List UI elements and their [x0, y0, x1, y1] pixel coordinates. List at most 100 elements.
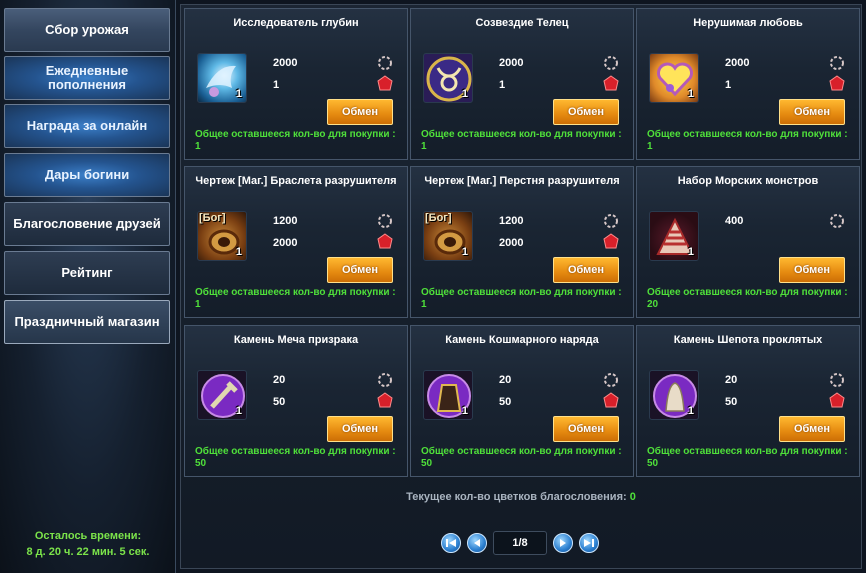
- remaining-quantity: Общее оставшееся кол-во для покупки : 50: [195, 446, 396, 469]
- card-title: Исследователь глубин: [233, 17, 359, 29]
- price-secondary: 2000: [273, 237, 298, 249]
- sidebar-item-goddess-gifts[interactable]: Дары богини: [4, 153, 170, 197]
- page-indicator: 1/8: [493, 531, 547, 555]
- flower-currency-icon: [378, 56, 392, 70]
- price-primary: 2000: [273, 57, 298, 69]
- price-primary: 20: [273, 374, 286, 386]
- exchange-button[interactable]: Обмен: [553, 257, 619, 283]
- nightmare-outfit-stone-icon[interactable]: 1: [423, 370, 473, 420]
- shop-card: Камень Кошмарного наряда 1 20 50 Обмен О…: [410, 325, 634, 477]
- shop-card: Чертеж [Маг.] Браслета разрушителя [Бог]…: [184, 166, 408, 318]
- price-primary: 20: [725, 374, 738, 386]
- sidebar-item-harvest[interactable]: Сбор урожая: [4, 8, 170, 52]
- item-count: 1: [687, 405, 694, 417]
- sidebar-item-label: Благословение друзей: [13, 216, 161, 231]
- flower-currency-icon: [830, 373, 844, 387]
- ring-blueprint-icon[interactable]: [Бог] 1: [423, 211, 473, 261]
- card-title: Набор Морских монстров: [677, 175, 819, 187]
- ruby-icon: [603, 75, 619, 91]
- remaining-quantity: Общее оставшееся кол-во для покупки : 1: [195, 287, 396, 310]
- sidebar-item-friends-blessing[interactable]: Благословение друзей: [4, 202, 170, 246]
- sidebar-item-holiday-shop[interactable]: Праздничный магазин: [4, 300, 170, 344]
- price-secondary: 1: [725, 79, 732, 91]
- blessing-value: 0: [629, 491, 636, 503]
- taurus-icon[interactable]: 1: [423, 53, 473, 103]
- ruby-icon: [377, 75, 393, 91]
- remaining-quantity: Общее оставшееся кол-во для покупки : 20: [647, 287, 848, 310]
- deep-explorer-icon[interactable]: 1: [197, 53, 247, 103]
- flower-currency-icon: [378, 373, 392, 387]
- exchange-button[interactable]: Обмен: [327, 416, 393, 442]
- flower-currency-icon: [378, 214, 392, 228]
- blessing-counter: Текущее кол-во цветков благословения: 0: [181, 491, 861, 503]
- price-primary: 1200: [499, 215, 524, 227]
- timer-value: 8 д. 20 ч. 22 мин. 5 сек.: [26, 546, 150, 558]
- sidebar-item-label: Рейтинг: [61, 265, 113, 280]
- price-primary: 20: [499, 374, 512, 386]
- ruby-icon: [377, 392, 393, 408]
- remaining-quantity: Общее оставшееся кол-во для покупки : 1: [195, 129, 396, 152]
- card-title: Нерушимая любовь: [693, 17, 803, 29]
- flower-currency-icon: [604, 56, 618, 70]
- item-count: 1: [461, 88, 468, 100]
- item-count: 1: [235, 246, 242, 258]
- shop-panel: Исследователь глубин 1 2000 1 Обмен Обще…: [180, 4, 862, 569]
- price-secondary: 50: [499, 396, 512, 408]
- item-count: 1: [461, 246, 468, 258]
- sidebar-item-online-reward[interactable]: Награда за онлайн: [4, 104, 170, 148]
- remaining-quantity: Общее оставшееся кол-во для покупки : 1: [647, 129, 848, 152]
- ruby-icon: [603, 392, 619, 408]
- exchange-button[interactable]: Обмен: [779, 416, 845, 442]
- remaining-quantity: Общее оставшееся кол-во для покупки : 1: [421, 287, 622, 310]
- card-title: Камень Кошмарного наряда: [445, 334, 599, 346]
- exchange-button[interactable]: Обмен: [779, 99, 845, 125]
- exchange-button[interactable]: Обмен: [327, 99, 393, 125]
- item-count: 1: [235, 88, 242, 100]
- exchange-button[interactable]: Обмен: [779, 257, 845, 283]
- ruby-icon: [603, 233, 619, 249]
- price-secondary: 1: [273, 79, 280, 91]
- item-count: 1: [687, 246, 694, 258]
- sidebar-item-rating[interactable]: Рейтинг: [4, 251, 170, 295]
- shop-card: Набор Морских монстров 1 400 Обмен Общее…: [636, 166, 860, 318]
- price-secondary: 2000: [499, 237, 524, 249]
- bracelet-blueprint-icon[interactable]: [Бог] 1: [197, 211, 247, 261]
- sidebar-item-label: Сбор урожая: [45, 22, 129, 37]
- first-page-icon: [446, 539, 456, 547]
- shop-card: Чертеж [Маг.] Перстня разрушителя [Бог] …: [410, 166, 634, 318]
- last-page-button[interactable]: [579, 533, 599, 553]
- flower-currency-icon: [604, 373, 618, 387]
- sidebar-item-daily-refill[interactable]: Ежедневные пополнения: [4, 56, 170, 100]
- price-primary: 2000: [725, 57, 750, 69]
- card-title: Камень Шепота проклятых: [673, 334, 823, 346]
- next-page-button[interactable]: [553, 533, 573, 553]
- sidebar-item-label: Праздничный магазин: [14, 314, 160, 329]
- grade-badge: [Бог]: [425, 212, 452, 224]
- exchange-button[interactable]: Обмен: [553, 416, 619, 442]
- remaining-quantity: Общее оставшееся кол-во для покупки : 50: [647, 446, 848, 469]
- item-count: 1: [235, 405, 242, 417]
- price-primary: 2000: [499, 57, 524, 69]
- sidebar-item-label: Ежедневные пополнения: [45, 63, 129, 92]
- exchange-button[interactable]: Обмен: [327, 257, 393, 283]
- grade-badge: [Бог]: [199, 212, 226, 224]
- flower-currency-icon: [830, 56, 844, 70]
- next-page-icon: [560, 539, 566, 547]
- ghost-sword-stone-icon[interactable]: 1: [197, 370, 247, 420]
- pagination: 1/8: [441, 529, 601, 559]
- card-title: Созвездие Телец: [475, 17, 569, 29]
- unbreakable-love-icon[interactable]: 1: [649, 53, 699, 103]
- sidebar-item-label: Награда за онлайн: [26, 118, 148, 133]
- exchange-button[interactable]: Обмен: [553, 99, 619, 125]
- cursed-whisper-stone-icon[interactable]: 1: [649, 370, 699, 420]
- blessing-label: Текущее кол-во цветков благословения:: [406, 491, 627, 503]
- shop-card: Созвездие Телец 1 2000 1 Обмен Общее ост…: [410, 8, 634, 160]
- prev-page-button[interactable]: [467, 533, 487, 553]
- remaining-quantity: Общее оставшееся кол-во для покупки : 50: [421, 446, 622, 469]
- first-page-button[interactable]: [441, 533, 461, 553]
- sea-monsters-set-icon[interactable]: 1: [649, 211, 699, 261]
- card-title: Чертеж [Маг.] Браслета разрушителя: [195, 175, 397, 187]
- ruby-icon: [829, 75, 845, 91]
- remaining-quantity: Общее оставшееся кол-во для покупки : 1: [421, 129, 622, 152]
- shop-card: Нерушимая любовь 1 2000 1 Обмен Общее ос…: [636, 8, 860, 160]
